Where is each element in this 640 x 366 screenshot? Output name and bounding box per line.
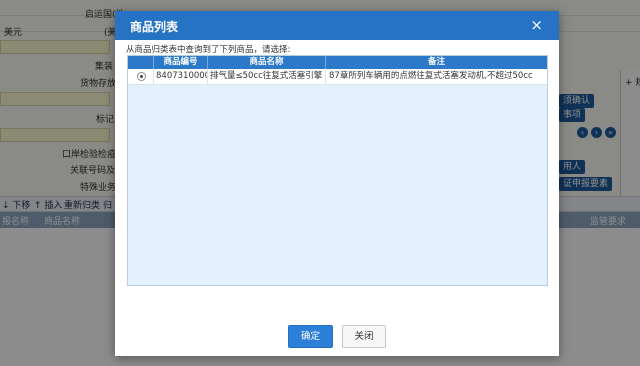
product-grid: 商品编号 商品名称 备注 8407310000 排气量≤50cc往复式活塞引擎 … — [127, 55, 548, 286]
dialog-header: 商品列表 × — [115, 11, 559, 40]
grid-header-name: 商品名称 — [208, 56, 326, 69]
cell-remark: 87章所列车辆用的点燃往复式活塞发动机,不超过50cc — [329, 71, 533, 81]
cell-name: 排气量≤50cc往复式活塞引擎 — [208, 69, 326, 84]
product-list-dialog: 商品列表 × 从商品归类表中查询到了下列商品，请选择: 商品编号 商品名称 备注… — [115, 11, 559, 356]
close-button[interactable]: 关闭 — [342, 325, 386, 348]
cell-code: 8407310000 — [154, 69, 208, 84]
grid-header-remark: 备注 — [427, 57, 445, 67]
grid-header-select — [128, 56, 154, 69]
table-row[interactable]: 8407310000 排气量≤50cc往复式活塞引擎 87章所列车辆用的点燃往复… — [128, 69, 547, 85]
grid-header-code: 商品编号 — [154, 56, 208, 69]
radio-selected-icon[interactable] — [137, 72, 146, 81]
ok-button[interactable]: 确定 — [288, 325, 333, 348]
row-select-cell[interactable] — [128, 69, 154, 84]
dialog-hint: 从商品归类表中查询到了下列商品，请选择: — [126, 45, 291, 55]
dialog-title: 商品列表 — [130, 20, 179, 34]
close-icon[interactable]: × — [530, 16, 543, 34]
grid-header: 商品编号 商品名称 备注 — [128, 56, 547, 69]
